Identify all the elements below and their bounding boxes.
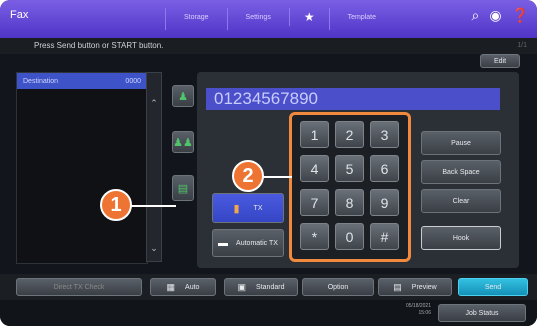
scanner-icon: ▦ bbox=[166, 281, 176, 292]
key-hash[interactable]: # bbox=[370, 223, 399, 250]
option-tx-label: TX bbox=[253, 204, 263, 212]
key-5[interactable]: 5 bbox=[335, 155, 364, 182]
key-2[interactable]: 2 bbox=[335, 121, 364, 148]
clear-button[interactable]: Clear bbox=[421, 189, 501, 213]
auto-button[interactable]: ▦ Auto bbox=[150, 278, 216, 296]
top-icons: ⌕ ◉ ❓ bbox=[472, 7, 530, 24]
document-icon: ▮ bbox=[233, 202, 240, 215]
group-icon[interactable]: ♟♟ bbox=[172, 131, 194, 153]
preview-icon: ▤ bbox=[393, 281, 402, 292]
standard-button[interactable]: ▣ Standard bbox=[224, 278, 298, 296]
automatic-tx-label: Automatic TX bbox=[236, 239, 278, 247]
key-3[interactable]: 3 bbox=[370, 121, 399, 148]
pause-button[interactable]: Pause bbox=[421, 131, 501, 155]
key-9[interactable]: 9 bbox=[370, 189, 399, 216]
fax-screen: Fax Storage Settings ★ Template ⌕ ◉ ❓ Pr… bbox=[0, 0, 537, 326]
key-4[interactable]: 4 bbox=[300, 155, 329, 182]
key-7[interactable]: 7 bbox=[300, 189, 329, 216]
destination-scrollbar[interactable]: ⌃ ⌄ bbox=[146, 72, 162, 262]
tab-favorites[interactable]: ★ bbox=[288, 8, 329, 26]
search-zoom-icon[interactable]: ⌕ bbox=[472, 7, 480, 24]
callout-1-badge: 1 bbox=[100, 189, 132, 221]
app-title: Fax bbox=[10, 9, 29, 21]
key-6[interactable]: 6 bbox=[370, 155, 399, 182]
option-tx-button[interactable]: ▮ TX bbox=[212, 193, 284, 223]
tab-settings[interactable]: Settings bbox=[226, 8, 289, 30]
doc-tray-icon: ▬ bbox=[218, 237, 229, 249]
top-bar: Fax Storage Settings ★ Template ⌕ ◉ ❓ bbox=[0, 0, 537, 38]
auto-label: Auto bbox=[185, 283, 200, 291]
scroll-up-icon[interactable]: ⌃ bbox=[149, 98, 159, 110]
fax-number-field[interactable]: 01234567890 bbox=[206, 88, 500, 110]
preview-button[interactable]: ▤ Preview bbox=[378, 278, 452, 296]
numeric-keypad: 1 2 3 4 5 6 7 8 9 * 0 # bbox=[289, 112, 411, 262]
resolution-icon: ▣ bbox=[237, 281, 247, 292]
scroll-down-icon[interactable]: ⌄ bbox=[149, 243, 159, 255]
standard-label: Standard bbox=[256, 283, 285, 291]
address-book-icon[interactable]: ♟ bbox=[172, 85, 194, 107]
tab-storage[interactable]: Storage bbox=[165, 8, 227, 30]
destination-label: Destination bbox=[23, 77, 59, 85]
page-indicator: 1/1 bbox=[517, 42, 527, 49]
job-status-button[interactable]: Job Status bbox=[438, 304, 526, 322]
key-0[interactable]: 0 bbox=[335, 223, 364, 250]
key-star[interactable]: * bbox=[300, 223, 329, 250]
destination-list: Destination 0000 bbox=[16, 72, 148, 264]
destination-count: 0000 bbox=[125, 77, 141, 85]
hook-button[interactable]: Hook bbox=[421, 226, 501, 250]
callout-2-badge: 2 bbox=[232, 160, 264, 192]
top-tabs: Storage Settings ★ Template bbox=[165, 8, 394, 30]
back-space-button[interactable]: Back Space bbox=[421, 160, 501, 184]
option-button[interactable]: Option bbox=[302, 278, 374, 296]
destination-header[interactable]: Destination 0000 bbox=[17, 73, 147, 89]
edit-button[interactable]: Edit bbox=[480, 54, 520, 68]
key-8[interactable]: 8 bbox=[335, 189, 364, 216]
send-button[interactable]: Send bbox=[458, 278, 528, 296]
tab-template[interactable]: Template bbox=[328, 8, 394, 30]
manual-entry-icon[interactable]: ▤ bbox=[172, 175, 194, 201]
date-time: 05/18/2021 15:06 bbox=[405, 303, 431, 316]
instruction-text: Press Send button or START button. bbox=[34, 41, 164, 50]
key-1[interactable]: 1 bbox=[300, 121, 329, 148]
bottom-bar: Direct TX Check ▦ Auto ▣ Standard Option… bbox=[0, 274, 537, 300]
automatic-tx-button[interactable]: ▬ Automatic TX bbox=[212, 229, 284, 257]
globe-icon[interactable]: ◉ bbox=[489, 7, 501, 24]
direct-tx-check-button[interactable]: Direct TX Check bbox=[16, 278, 142, 296]
status-bar: 05/18/2021 15:06 Job Status bbox=[0, 300, 537, 326]
help-icon[interactable]: ❓ bbox=[512, 7, 529, 24]
preview-label: Preview bbox=[411, 283, 437, 291]
message-bar: Press Send button or START button. 1/1 bbox=[0, 38, 537, 54]
